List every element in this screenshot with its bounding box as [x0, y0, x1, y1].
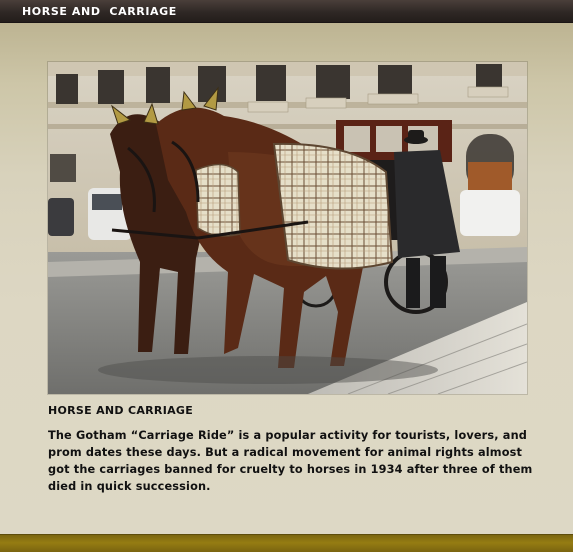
caption-body: The Gotham “Carriage Ride” is a popular …: [48, 429, 533, 493]
article-panel: HORSE AND CARRIAGE HORSE AND CARRIAGE Th…: [0, 0, 573, 552]
title-bar: HORSE AND CARRIAGE: [0, 0, 573, 23]
content-area: HORSE AND CARRIAGE The Gotham “Carriage …: [0, 23, 573, 534]
footer-bar: [0, 534, 573, 552]
caption-heading: HORSE AND CARRIAGE: [48, 404, 194, 417]
horse-carriage-photo: [48, 62, 527, 394]
window-title: HORSE AND CARRIAGE: [22, 5, 177, 18]
